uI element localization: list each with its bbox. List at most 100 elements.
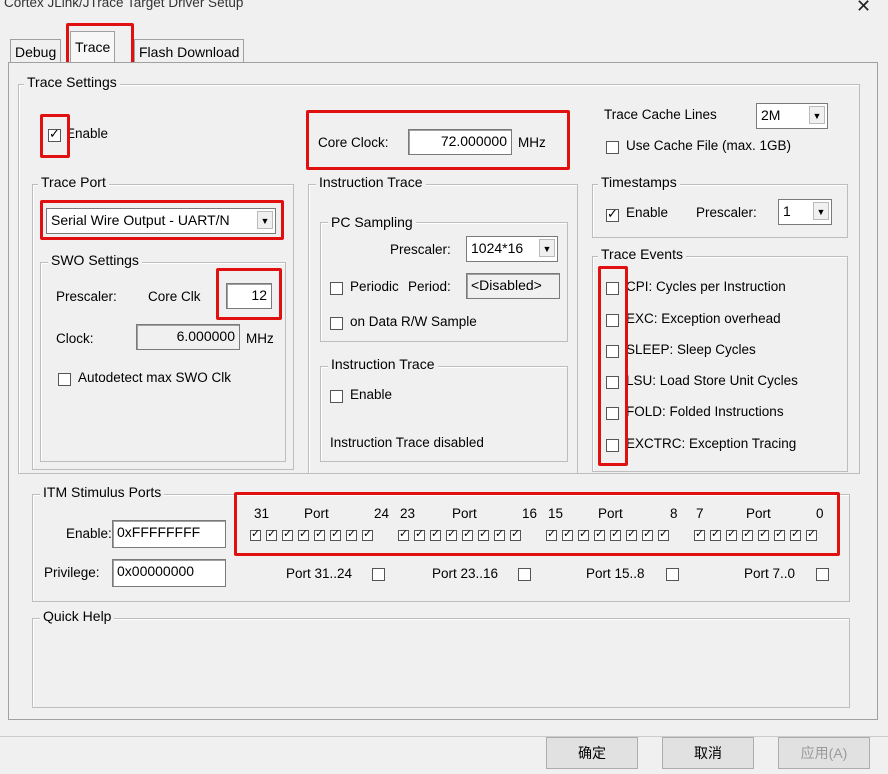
periodic-checkbox[interactable] bbox=[330, 282, 343, 295]
itm-port-bit-31[interactable] bbox=[250, 527, 261, 541]
swo-prescaler-input[interactable]: 12 bbox=[226, 283, 272, 309]
use-cache-file-checkbox[interactable] bbox=[606, 141, 619, 154]
instruction-trace-inner-legend: Instruction Trace bbox=[328, 356, 438, 372]
timestamps-enable-checkbox[interactable] bbox=[606, 206, 619, 222]
port-group-4-hi: 7 bbox=[696, 506, 704, 521]
itm-port-bit-3[interactable] bbox=[758, 527, 769, 541]
itm-enable-input[interactable]: 0xFFFFFFFF bbox=[112, 520, 226, 548]
itm-port-bit-28[interactable] bbox=[298, 527, 309, 541]
event-exctrc-checkbox[interactable] bbox=[606, 439, 619, 452]
timestamps-prescaler-label: Prescaler: bbox=[696, 205, 757, 220]
priv-group-3-checkbox[interactable] bbox=[666, 568, 679, 581]
core-clock-unit: MHz bbox=[518, 135, 546, 150]
priv-group-4-checkbox[interactable] bbox=[816, 568, 829, 581]
itm-port-bit-21[interactable] bbox=[430, 527, 441, 541]
itm-port-bit-25[interactable] bbox=[346, 527, 357, 541]
pc-prescaler-select[interactable]: 1024*16 ▼ bbox=[466, 236, 558, 262]
itm-port-bit-19[interactable] bbox=[462, 527, 473, 541]
close-icon[interactable]: ✕ bbox=[856, 0, 871, 17]
trace-port-value: Serial Wire Output - UART/N bbox=[51, 212, 230, 228]
itm-privilege-input[interactable]: 0x00000000 bbox=[112, 559, 226, 587]
port-group-3-lo: 8 bbox=[670, 506, 678, 521]
swo-prescaler-label: Prescaler: bbox=[56, 289, 117, 304]
itm-port-bit-2[interactable] bbox=[774, 527, 785, 541]
trace-settings-legend: Trace Settings bbox=[24, 74, 120, 90]
itm-port-bit-18[interactable] bbox=[478, 527, 489, 541]
port-group-1-port: Port bbox=[304, 506, 329, 521]
itm-port-bit-10[interactable] bbox=[626, 527, 637, 541]
itm-port-bit-26[interactable] bbox=[330, 527, 341, 541]
pc-prescaler-label: Prescaler: bbox=[390, 242, 451, 257]
event-exc-checkbox[interactable] bbox=[606, 314, 619, 327]
itm-port-bit-9[interactable] bbox=[642, 527, 653, 541]
itm-privilege-label: Privilege: bbox=[44, 565, 100, 580]
quick-help-legend: Quick Help bbox=[40, 608, 115, 624]
pc-sampling-legend: PC Sampling bbox=[328, 214, 416, 230]
itm-port-bit-29[interactable] bbox=[282, 527, 293, 541]
instruction-trace-enable-checkbox[interactable] bbox=[330, 390, 343, 403]
title-bar: Cortex JLink/JTrace Target Driver Setup … bbox=[0, 0, 888, 28]
event-cpi-checkbox[interactable] bbox=[606, 282, 619, 295]
port-group-3-hi: 15 bbox=[548, 506, 564, 521]
cache-lines-value: 2M bbox=[761, 107, 781, 123]
instruction-trace-status: Instruction Trace disabled bbox=[330, 435, 484, 450]
trace-enable-checkbox[interactable] bbox=[48, 126, 61, 142]
itm-port-bit-16[interactable] bbox=[510, 527, 521, 541]
tab-trace-label: Trace bbox=[75, 39, 111, 55]
itm-port-bit-7[interactable] bbox=[694, 527, 705, 541]
itm-port-bit-11[interactable] bbox=[610, 527, 621, 541]
trace-port-legend: Trace Port bbox=[38, 174, 109, 190]
on-data-checkbox[interactable] bbox=[330, 317, 343, 330]
tab-debug[interactable]: Debug bbox=[10, 39, 62, 63]
chevron-down-icon: ▼ bbox=[813, 202, 829, 220]
priv-group-3-label: Port 15..8 bbox=[586, 566, 645, 581]
core-clk-label: Core Clk bbox=[148, 289, 201, 304]
tab-flash-download-label: Flash Download bbox=[139, 44, 240, 60]
trace-port-select[interactable]: Serial Wire Output - UART/N ▼ bbox=[46, 208, 276, 234]
itm-port-bit-5[interactable] bbox=[726, 527, 737, 541]
itm-port-bit-4[interactable] bbox=[742, 527, 753, 541]
itm-port-bit-27[interactable] bbox=[314, 527, 325, 541]
port-group-1-hi: 31 bbox=[254, 506, 270, 521]
tab-trace[interactable]: Trace bbox=[70, 31, 116, 63]
itm-port-bit-23[interactable] bbox=[398, 527, 409, 541]
event-lsu-label: LSU: Load Store Unit Cycles bbox=[626, 373, 798, 388]
itm-port-bit-0[interactable] bbox=[806, 527, 817, 541]
itm-port-bit-22[interactable] bbox=[414, 527, 425, 541]
itm-legend: ITM Stimulus Ports bbox=[40, 484, 165, 500]
cache-lines-label: Trace Cache Lines bbox=[604, 107, 717, 122]
event-sleep-checkbox[interactable] bbox=[606, 345, 619, 358]
itm-port-bit-6[interactable] bbox=[710, 527, 721, 541]
event-lsu-checkbox[interactable] bbox=[606, 376, 619, 389]
cancel-button[interactable]: 取消 bbox=[662, 737, 754, 769]
itm-port-bit-30[interactable] bbox=[266, 527, 277, 541]
timestamps-legend: Timestamps bbox=[598, 174, 680, 190]
timestamps-prescaler-select[interactable]: 1 ▼ bbox=[778, 199, 832, 225]
port-group-1-lo: 24 bbox=[374, 506, 390, 521]
itm-port-bit-12[interactable] bbox=[594, 527, 605, 541]
itm-port-bit-8[interactable] bbox=[658, 527, 669, 541]
chevron-down-icon: ▼ bbox=[809, 106, 825, 124]
instruction-trace-legend: Instruction Trace bbox=[316, 174, 426, 190]
cache-lines-select[interactable]: 2M ▼ bbox=[756, 103, 828, 129]
port-group-4-port: Port bbox=[746, 506, 771, 521]
tab-flash-download[interactable]: Flash Download bbox=[134, 39, 245, 63]
itm-port-bit-14[interactable] bbox=[562, 527, 573, 541]
itm-port-bit-15[interactable] bbox=[546, 527, 557, 541]
itm-port-bit-24[interactable] bbox=[362, 527, 373, 541]
port-group-4-lo: 0 bbox=[816, 506, 824, 521]
itm-port-bit-17[interactable] bbox=[494, 527, 505, 541]
swo-settings-legend: SWO Settings bbox=[48, 252, 142, 268]
instruction-trace-enable-label: Enable bbox=[350, 387, 393, 402]
priv-group-2-checkbox[interactable] bbox=[518, 568, 531, 581]
apply-button[interactable]: 应用(A) bbox=[778, 737, 870, 769]
itm-port-bit-1[interactable] bbox=[790, 527, 801, 541]
ok-button[interactable]: 确定 bbox=[546, 737, 638, 769]
core-clock-input[interactable]: 72.000000 bbox=[408, 129, 512, 155]
autodetect-checkbox[interactable] bbox=[58, 373, 71, 386]
autodetect-label: Autodetect max SWO Clk bbox=[78, 370, 232, 385]
itm-port-bit-13[interactable] bbox=[578, 527, 589, 541]
itm-port-bit-20[interactable] bbox=[446, 527, 457, 541]
priv-group-1-checkbox[interactable] bbox=[372, 568, 385, 581]
event-fold-checkbox[interactable] bbox=[606, 407, 619, 420]
